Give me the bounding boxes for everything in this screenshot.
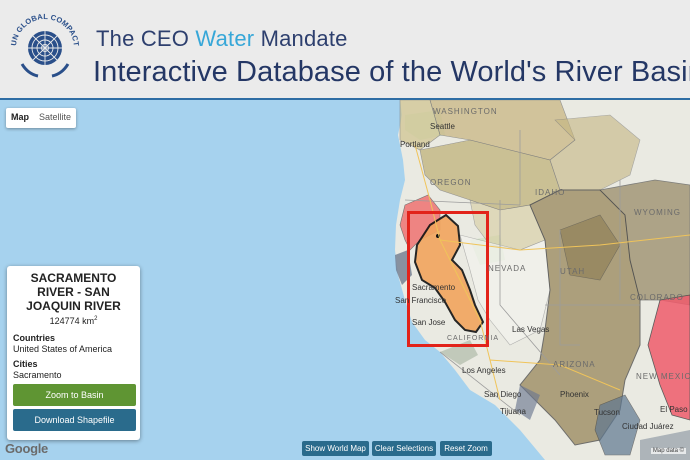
countries-value: United States of America (13, 344, 113, 354)
label-idaho: IDAHO (535, 188, 566, 197)
label-ciudad-juarez: Ciudad Juárez (622, 422, 674, 431)
zoom-to-basin-button[interactable]: Zoom to Basin (13, 384, 136, 406)
basin-name: SACRAMENTO RIVER - SAN JOAQUIN RIVER (26, 271, 121, 313)
label-san-diego: San Diego (484, 390, 522, 399)
label-tucson: Tucson (594, 408, 620, 417)
cities-label: Cities (13, 359, 38, 369)
label-oregon: OREGON (430, 178, 472, 187)
google-logo: Google (5, 441, 48, 456)
label-washington: WASHINGTON (433, 107, 498, 116)
label-san-jose: San Jose (412, 318, 446, 327)
label-seattle: Seattle (430, 122, 455, 131)
basin-area: 124774 km2 (49, 316, 98, 326)
header-subtitle: Interactive Database of the World's Rive… (93, 56, 690, 88)
label-san-francisco: San Francisco (395, 296, 447, 305)
label-portland: Portland (400, 140, 430, 149)
header: UN GLOBAL COMPACT The CEO Water Mandate … (0, 0, 690, 100)
cities-value: Sacramento (13, 370, 62, 380)
map-type-toggle: Map Satellite (6, 108, 77, 128)
label-las-vegas: Las Vegas (512, 325, 550, 334)
label-nevada: NEVADA (488, 264, 527, 273)
label-california: CALIFORNIA (447, 335, 500, 342)
label-utah: UTAH (560, 267, 586, 276)
label-colorado: COLORADO (630, 293, 684, 302)
clear-selections-button[interactable]: Clear Selections (372, 441, 436, 456)
map-type-map-button[interactable]: Map (6, 108, 34, 128)
label-new-mexico: NEW MEXICO (636, 372, 690, 381)
label-los-angeles: Los Angeles (462, 366, 506, 375)
show-world-map-button[interactable]: Show World Map (302, 441, 369, 456)
header-title: The CEO Water Mandate (96, 26, 348, 51)
map-type-satellite-button[interactable]: Satellite (34, 108, 76, 128)
countries-label: Countries (13, 333, 56, 343)
label-phoenix: Phoenix (560, 390, 589, 399)
label-arizona: ARIZONA (553, 360, 596, 369)
reset-zoom-button[interactable]: Reset Zoom (440, 441, 492, 456)
download-shapefile-button[interactable]: Download Shapefile (13, 409, 136, 431)
basin-info-panel: SACRAMENTO RIVER - SAN JOAQUIN RIVER 124… (7, 266, 140, 440)
un-global-compact-logo: UN GLOBAL COMPACT (9, 12, 81, 78)
label-wyoming: WYOMING (634, 208, 681, 217)
label-sacramento: Sacramento (412, 283, 456, 292)
map-data-attribution[interactable]: Map data © (650, 448, 686, 454)
label-el-paso: El Paso (660, 405, 688, 414)
label-tijuana: Tijuana (500, 407, 526, 416)
